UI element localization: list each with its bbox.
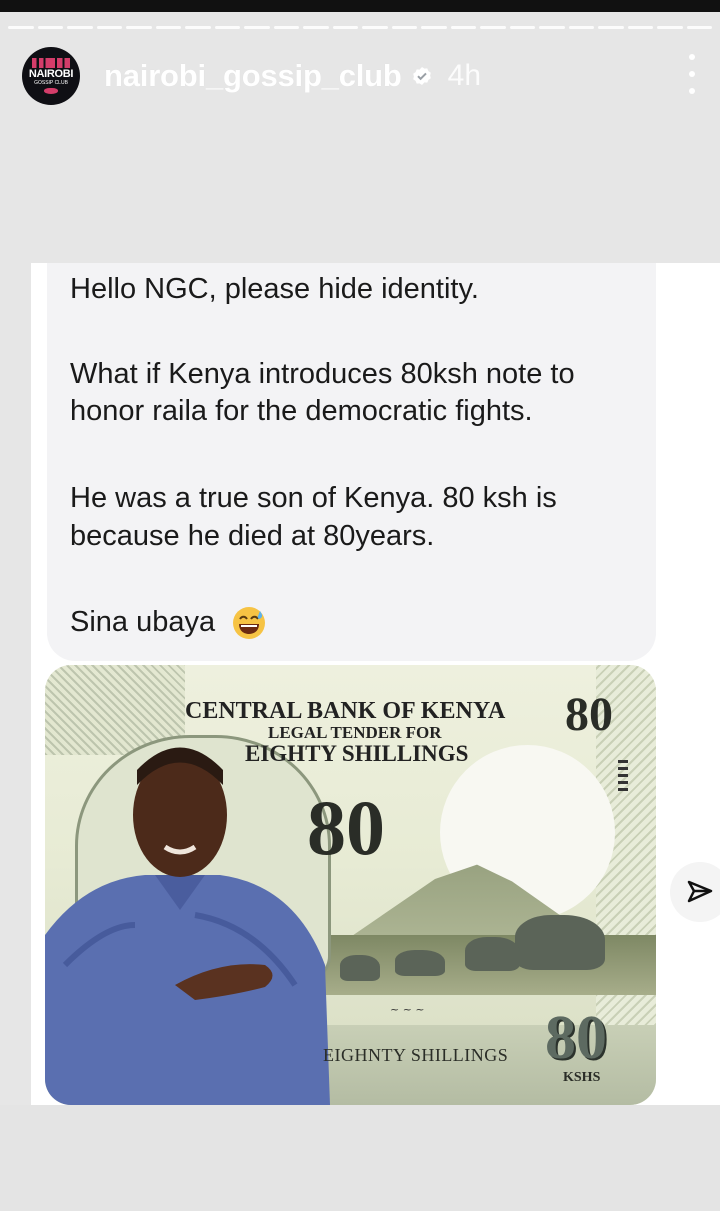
elephant-illustration: [340, 955, 380, 981]
progress-segment: [539, 26, 565, 29]
progress-segment: [362, 26, 388, 29]
signatures: ~ ~ ~: [390, 1003, 425, 1016]
progress-segment: [450, 26, 476, 29]
bottom-denomination-words: EIGHNTY SHILLINGS: [323, 1045, 509, 1065]
verified-badge-icon: [412, 67, 431, 85]
message-line-final: Sina ubaya: [70, 604, 267, 641]
denomination-bottom-right: 80: [545, 1004, 607, 1072]
message-text: Sina ubaya: [70, 606, 216, 638]
skyline-icon: [32, 58, 70, 68]
progress-segment: [598, 26, 624, 29]
lips-icon: [44, 88, 58, 94]
status-bar: [0, 0, 720, 12]
denomination-top-right: 80: [565, 688, 613, 741]
progress-segment: [686, 26, 712, 29]
denomination-words: EIGHTY SHILLINGS: [245, 741, 469, 766]
story-header: NAIROBI GOSSIP CLUB nairobi_gossip_club …: [22, 46, 698, 106]
progress-segment: [8, 26, 34, 29]
send-icon: [687, 880, 713, 903]
progress-segment: [480, 26, 506, 29]
progress-segment: [96, 26, 122, 29]
progress-segment: [185, 26, 211, 29]
avatar-text: NAIROBI: [28, 68, 74, 80]
progress-segment: [214, 26, 240, 29]
tactile-bars-icon: [618, 760, 628, 800]
progress-segment: [627, 26, 653, 29]
currency-code: KSHS: [563, 1070, 601, 1085]
reply-area: [0, 1105, 720, 1211]
progress-segment: [332, 26, 358, 29]
avatar[interactable]: NAIROBI GOSSIP CLUB: [22, 47, 80, 105]
message-line: honor raila for the democratic fights.: [70, 395, 533, 427]
post-time: 4h: [447, 59, 482, 92]
avatar-subtext: GOSSIP CLUB: [34, 80, 68, 86]
message-line: What if Kenya introduces 80ksh note to: [70, 358, 575, 390]
progress-segment: [509, 26, 535, 29]
progress-segment: [568, 26, 594, 29]
sweat-smile-emoji: [233, 607, 266, 640]
progress-segment: [391, 26, 417, 29]
elephant-illustration: [465, 937, 520, 971]
progress-segment: [273, 26, 299, 29]
progress-segment: [37, 26, 63, 29]
more-options-icon[interactable]: [686, 54, 698, 94]
message-line: He was a true son of Kenya. 80 ksh is: [70, 482, 557, 514]
legal-tender-text: LEGAL TENDER FOR: [268, 723, 442, 742]
progress-segment: [126, 26, 152, 29]
progress-segment: [421, 26, 447, 29]
denomination-center: 80: [307, 784, 385, 871]
progress-segment: [303, 26, 329, 29]
message-line: Hello NGC, please hide identity.: [70, 273, 479, 305]
banknote-image: CENTRAL BANK OF KENYA LEGAL TENDER FOR E…: [45, 665, 656, 1105]
elephant-illustration: [515, 915, 605, 970]
progress-segment: [155, 26, 181, 29]
progress-segment: [244, 26, 270, 29]
message-line: because he died at 80years.: [70, 520, 435, 552]
username[interactable]: nairobi_gossip_club: [104, 58, 402, 94]
message-bubble: [47, 263, 656, 661]
elephant-illustration: [395, 950, 445, 976]
story-progress-bar: [8, 26, 712, 29]
bank-name: CENTRAL BANK OF KENYA: [185, 698, 506, 724]
progress-segment: [657, 26, 683, 29]
progress-segment: [67, 26, 93, 29]
